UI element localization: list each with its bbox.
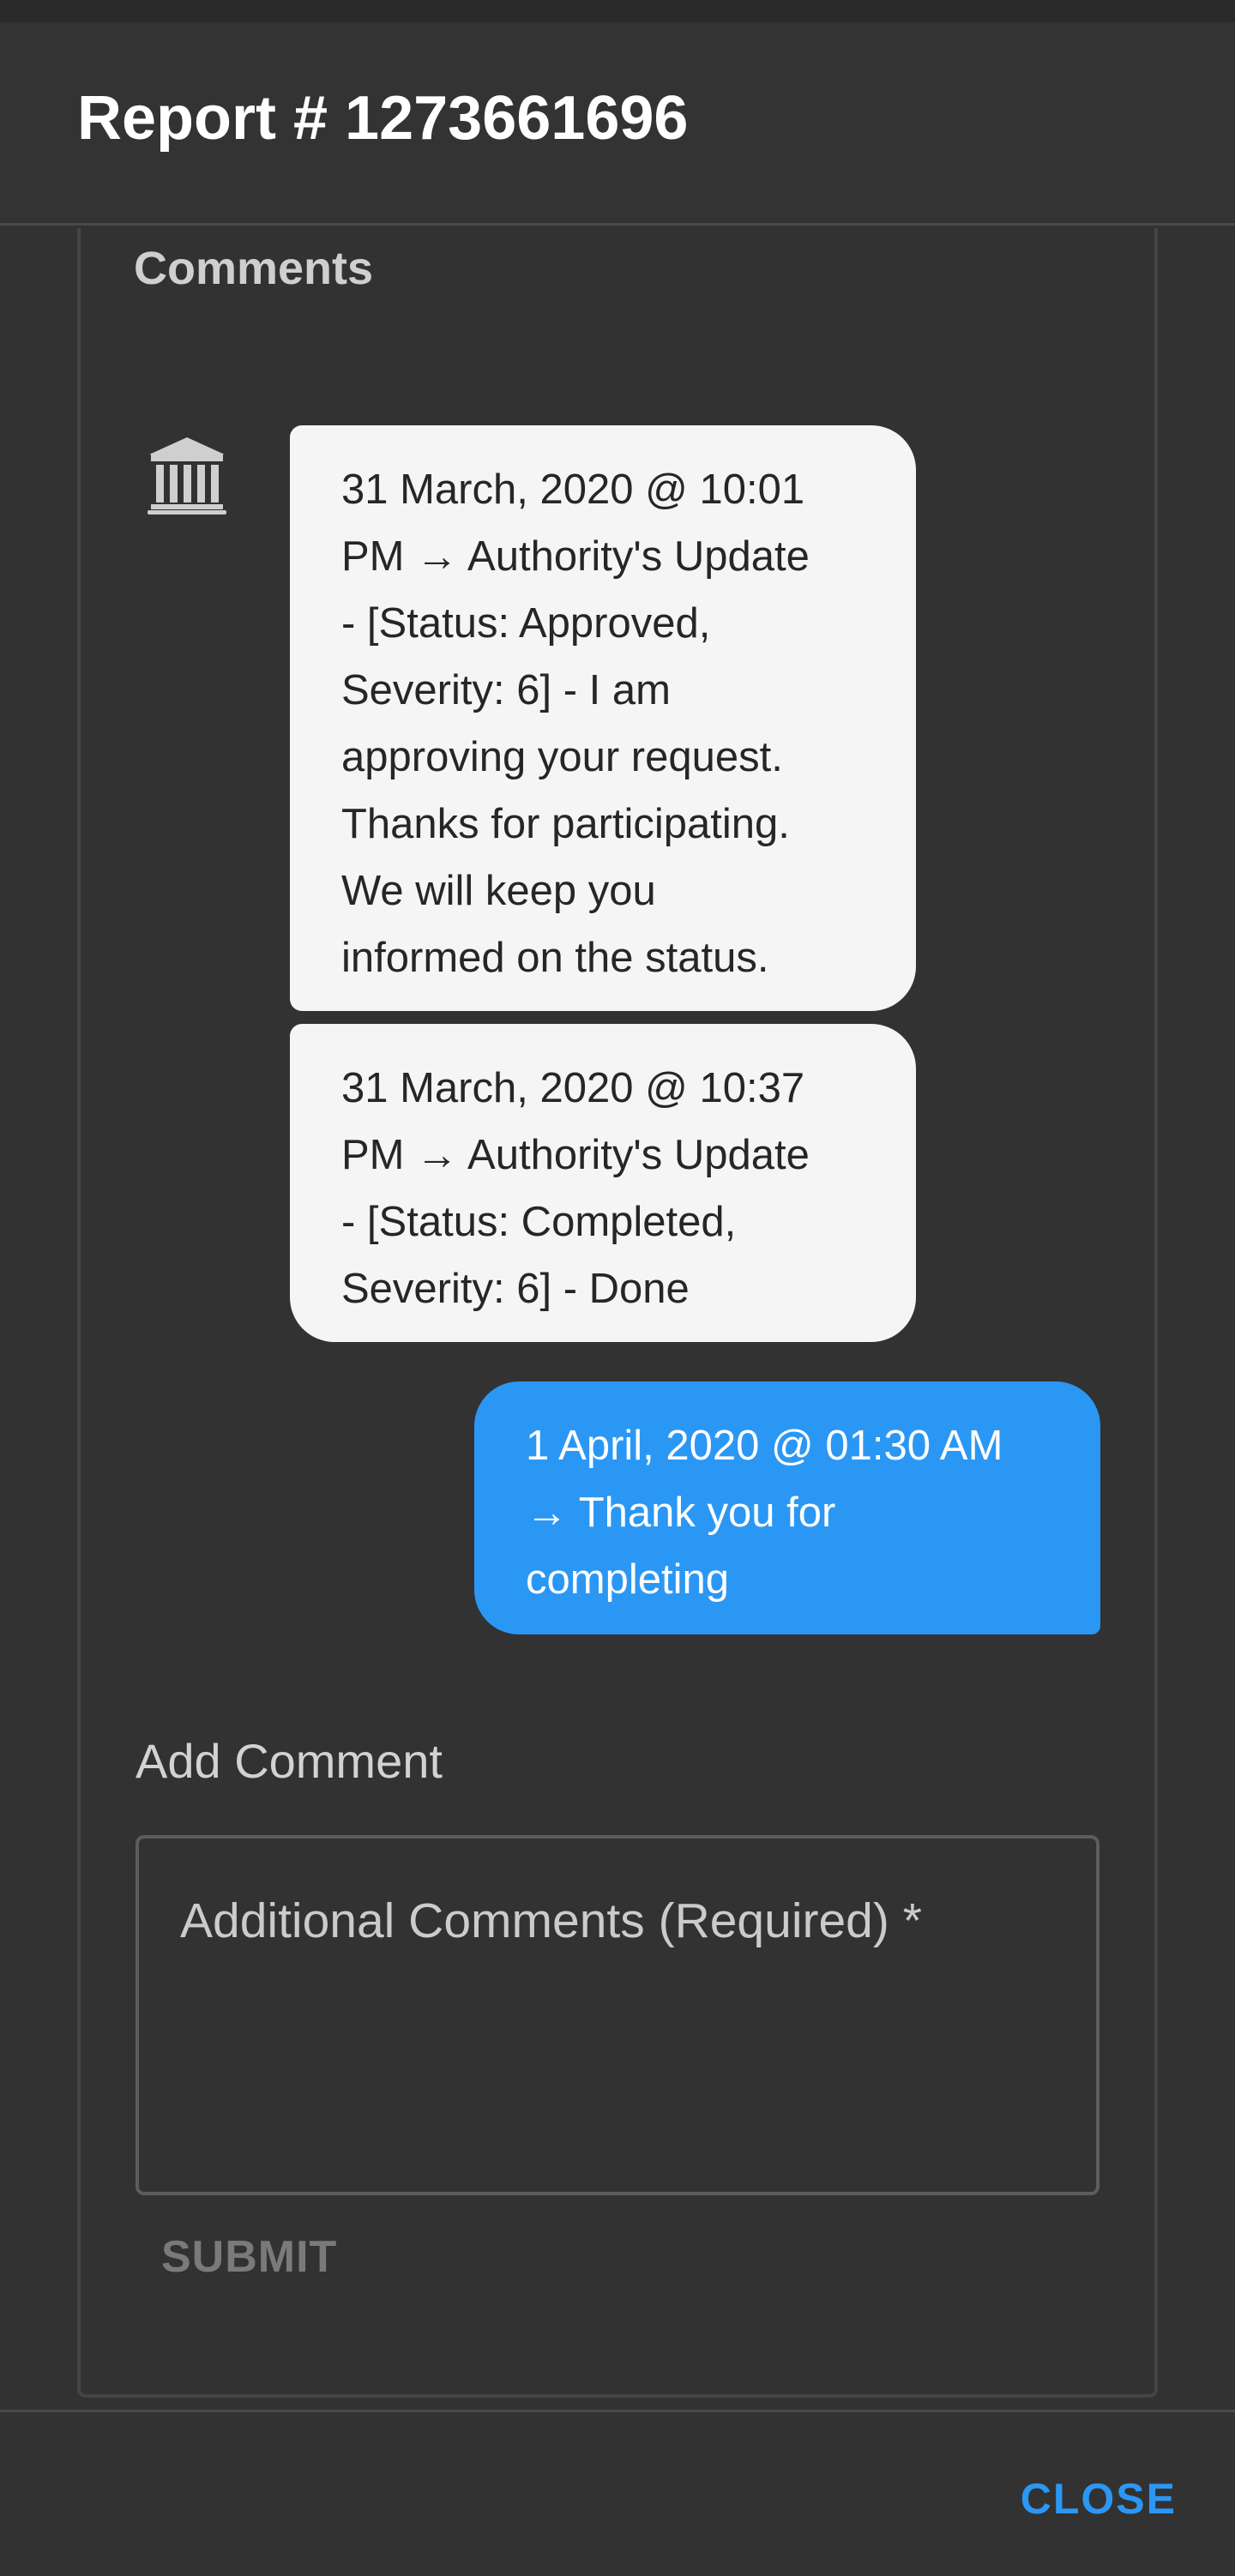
add-comment-label: Add Comment [136,1734,443,1788]
message-line: Severity: 6] - I am [341,667,671,713]
message-line: informed on the status. [341,935,769,981]
message-line: → Thank you for [526,1490,836,1536]
message-line: 1 April, 2020 @ 01:30 AM [526,1423,1003,1469]
status-bar [0,0,1235,22]
message-line: completing [526,1556,729,1603]
additional-comments-input[interactable]: Additional Comments (Required) * [136,1835,1099,2195]
additional-comments-placeholder: Additional Comments (Required) * [180,1893,922,1948]
message-line: - [Status: Completed, [341,1199,737,1245]
message-line: We will keep you [341,868,656,914]
dialog-content[interactable]: Comments 31 March, 2020 @ 10:01 PM → Aut… [0,228,1235,2410]
dialog-title: Report # 1273661696 [77,84,689,153]
authority-message-bubble: 31 March, 2020 @ 10:37 PM → Authority's … [290,1024,916,1342]
authority-message-bubble: 31 March, 2020 @ 10:01 PM → Authority's … [290,425,916,1011]
bank-building-icon [146,434,228,516]
message-line: PM → Authority's Update [341,533,810,580]
message-line: - [Status: Approved, [341,600,711,647]
close-button[interactable]: CLOSE [1021,2477,1177,2520]
submit-button[interactable]: SUBMIT [161,2235,337,2279]
dialog-header: Report # 1273661696 [0,22,1235,226]
dialog-footer: CLOSE [0,2410,1235,2576]
message-line: 31 March, 2020 @ 10:37 [341,1065,805,1111]
comments-section-title: Comments [134,243,374,294]
message-line: 31 March, 2020 @ 10:01 [341,466,805,513]
message-line: approving your request. [341,734,783,780]
message-line: Severity: 6] - Done [341,1266,690,1312]
message-line: Thanks for participating. [341,801,790,847]
message-line: PM → Authority's Update [341,1132,810,1178]
user-message-bubble: 1 April, 2020 @ 01:30 AM → Thank you for… [474,1381,1100,1634]
